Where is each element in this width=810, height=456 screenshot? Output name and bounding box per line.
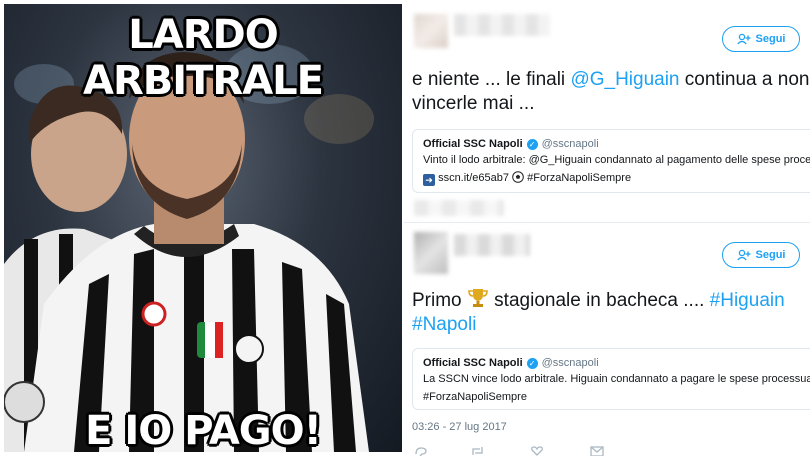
tweet-text-part: Primo <box>412 290 467 311</box>
blurred-avatar <box>414 232 448 274</box>
soccer-ball-icon <box>512 171 524 183</box>
follow-label: Segui <box>755 249 786 261</box>
tweet-text-part: stagionale in bacheca .... <box>488 290 710 311</box>
quoted-tweet[interactable]: Official SSC Napoli ✓ @sscnapoli La SSCN… <box>412 348 810 410</box>
tweet-divider <box>404 222 810 223</box>
quoted-hashtag[interactable]: #ForzaNapoliSempre <box>527 172 631 184</box>
quoted-author-name: Official SSC Napoli <box>423 138 523 150</box>
blurred-username <box>454 234 530 256</box>
trophy-icon <box>468 289 488 307</box>
mention-link[interactable]: @G_Higuain <box>570 69 679 90</box>
meme-top-caption: LARDO ARBITRALE <box>83 12 324 104</box>
arrow-right-icon: ➜ <box>423 174 435 186</box>
quoted-author-handle: @sscnapoli <box>541 357 599 369</box>
follow-label: Segui <box>755 33 786 45</box>
blurred-avatar <box>414 14 448 48</box>
like-icon[interactable] <box>530 446 544 456</box>
message-icon[interactable] <box>590 446 604 456</box>
quoted-tweet-header: Official SSC Napoli ✓ @sscnapoli <box>423 357 810 369</box>
quoted-tweet-line: ➜ sscn.it/e65ab7 #ForzaNapoliSempre <box>423 171 810 186</box>
blurred-separator <box>414 200 504 216</box>
quoted-author-handle: @sscnapoli <box>541 138 599 150</box>
quoted-tweet-line: Vinto il lodo arbitrale: @G_Higuain cond… <box>423 154 810 166</box>
quoted-tweet-header: Official SSC Napoli ✓ @sscnapoli <box>423 138 810 150</box>
quoted-tweet[interactable]: Official SSC Napoli ✓ @sscnapoli Vinto i… <box>412 129 810 193</box>
meme-bottom-caption: E IO PAGO! <box>85 408 322 452</box>
follow-button[interactable]: Segui <box>722 26 800 52</box>
quoted-tweet-line: La SSCN vince lodo arbitrale. Higuain co… <box>423 373 810 385</box>
retweet-icon[interactable] <box>470 446 484 456</box>
tweet-text-part: e niente ... le finali <box>412 69 571 90</box>
tweet-timestamp[interactable]: 03:26 - 27 lug 2017 <box>412 421 507 433</box>
twitter-screenshot: Segui e niente ... le finali @G_Higuain … <box>404 0 810 456</box>
follow-button[interactable]: Segui <box>722 242 800 268</box>
meme-image: LARDO ARBITRALE E IO PAGO! <box>4 4 402 452</box>
quoted-author-name: Official SSC Napoli <box>423 357 523 369</box>
reply-icon[interactable] <box>414 446 428 456</box>
verified-icon: ✓ <box>526 138 538 150</box>
verified-icon: ✓ <box>526 357 538 369</box>
quoted-hashtag[interactable]: #ForzaNapoliSempre <box>423 390 810 405</box>
blurred-username <box>454 14 550 36</box>
follow-user-icon <box>736 249 751 261</box>
hashtag-link[interactable]: #Napoli <box>412 314 476 335</box>
tweet-text: e niente ... le finali @G_Higuain contin… <box>412 68 810 116</box>
quoted-link[interactable]: sscn.it/e65ab7 <box>438 172 509 184</box>
hashtag-link[interactable]: #Higuain <box>710 290 785 311</box>
tweet-text: Primo stagionale in bacheca .... #Higuai… <box>412 287 810 337</box>
follow-user-icon <box>736 33 751 45</box>
